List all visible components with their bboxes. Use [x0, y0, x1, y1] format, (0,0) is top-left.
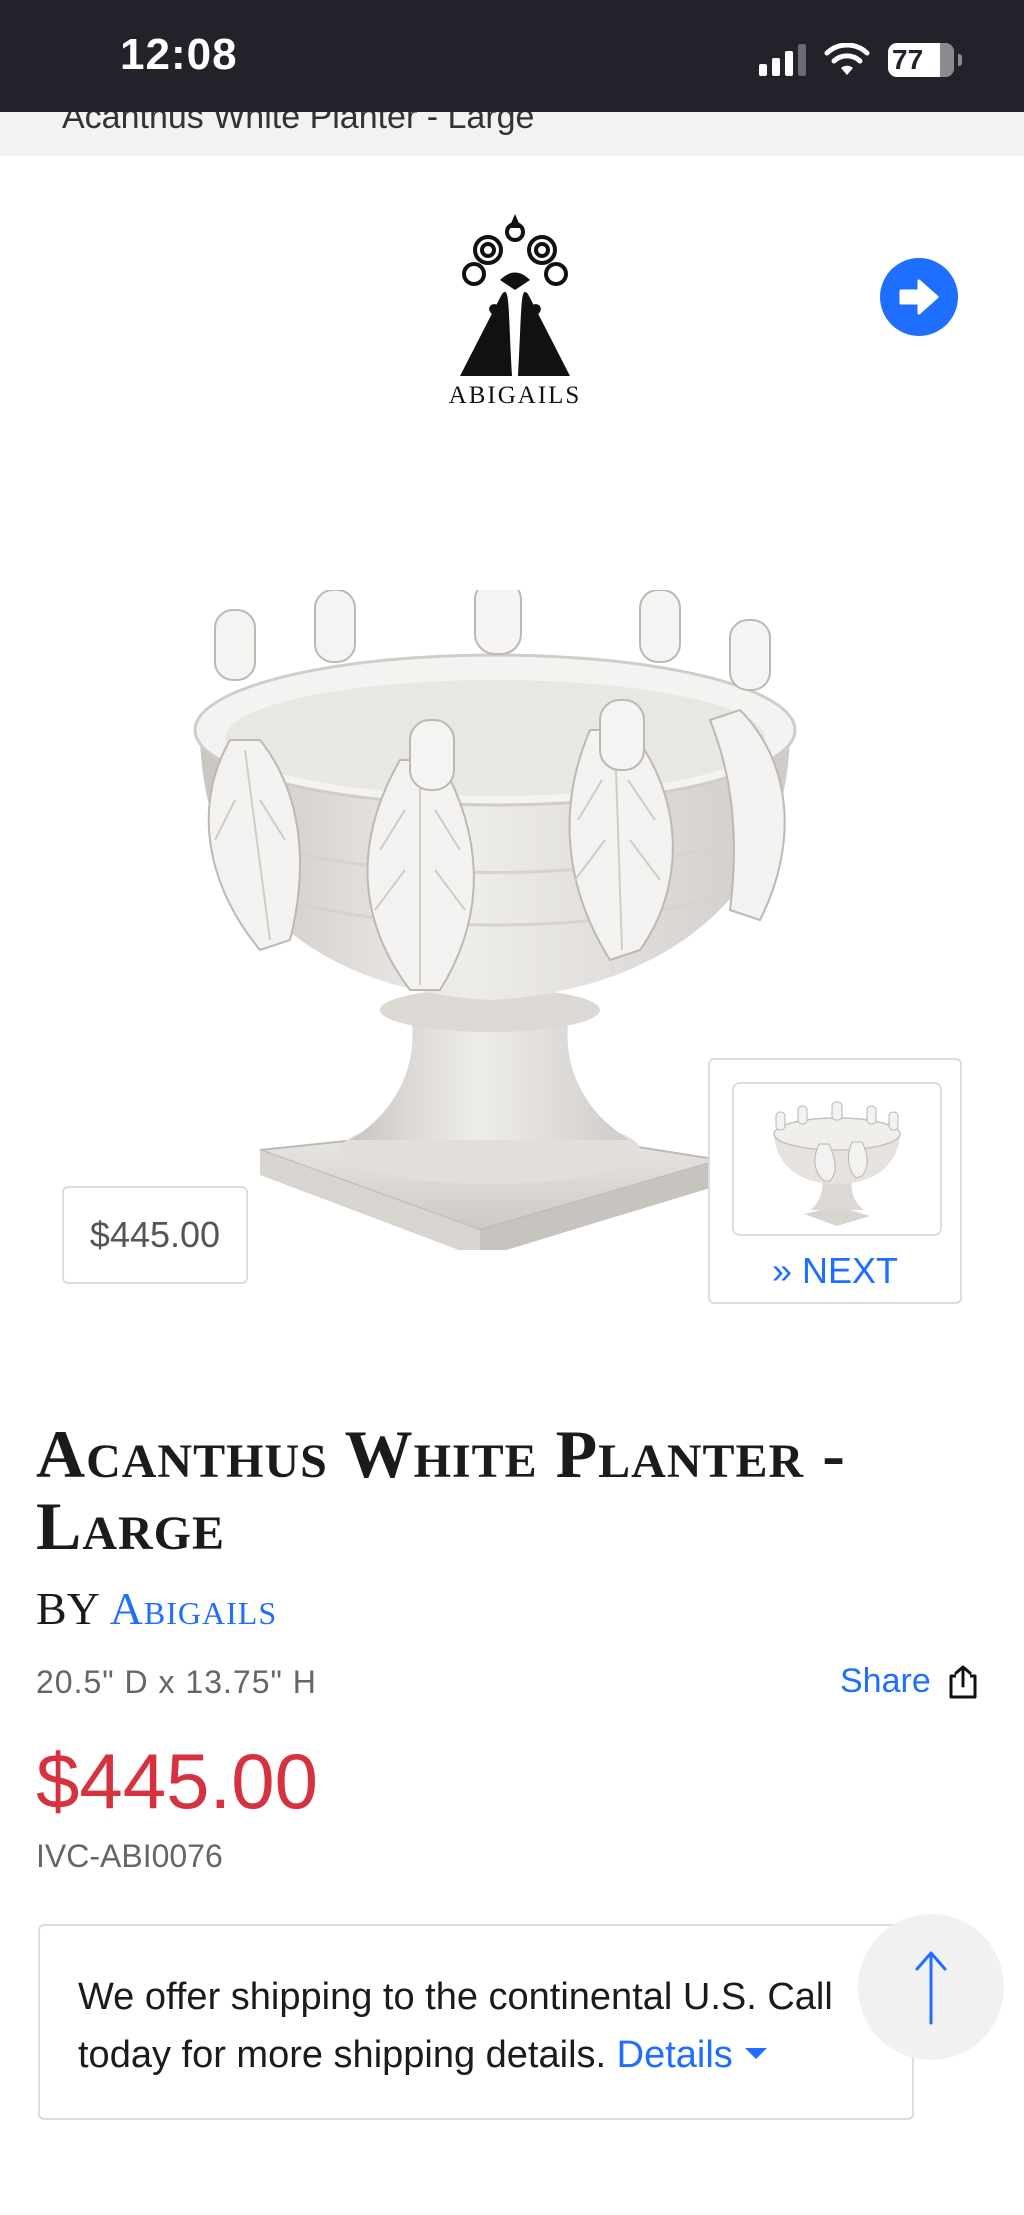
battery-icon: 77 — [888, 43, 962, 77]
logo-wordmark: ABIGAILS — [448, 382, 582, 409]
shipping-info: We offer shipping to the continental U.S… — [78, 1968, 908, 2084]
next-product-arrow-button[interactable] — [880, 258, 958, 336]
product-dimensions: 20.5" D x 13.75" H — [36, 1664, 317, 1700]
status-time: 12:08 — [120, 30, 238, 79]
gallery-price-tag: $445.00 — [62, 1186, 248, 1284]
sticky-title-bar: Acanthus White Planter - Large — [0, 112, 1024, 156]
status-icons: 77 — [759, 40, 962, 80]
arrow-up-icon — [915, 1951, 947, 2025]
brand-link[interactable]: Abigails — [110, 1583, 277, 1634]
product-sku: IVC-ABI0076 — [36, 1838, 223, 1874]
arrow-right-circle-icon — [899, 279, 939, 315]
next-product-link[interactable]: » NEXT — [710, 1250, 960, 1292]
brand-logo[interactable]: ABIGAILS — [440, 210, 590, 410]
caret-down-icon — [744, 2048, 767, 2060]
status-bar: 12:08 77 — [0, 0, 1024, 112]
abigails-logo-mark — [460, 214, 570, 376]
share-button[interactable]: Share — [840, 1662, 981, 1701]
brand-byline: BY Abigails — [36, 1582, 277, 1635]
share-icon — [949, 1665, 977, 1698]
battery-level: 77 — [892, 44, 924, 75]
share-label: Share — [840, 1662, 931, 1700]
next-product-card[interactable]: » NEXT — [708, 1058, 962, 1304]
by-prefix: BY — [36, 1583, 99, 1634]
product-title: Acanthus White Planter - Large — [36, 1416, 846, 1564]
sticky-product-title: Acanthus White Planter - Large — [62, 112, 535, 136]
scroll-to-top-button[interactable] — [858, 1914, 1004, 2060]
product-price: $445.00 — [36, 1737, 318, 1825]
next-product-thumbnail[interactable] — [732, 1082, 942, 1236]
signal-icon — [759, 44, 806, 76]
wifi-icon — [824, 43, 870, 75]
shipping-info-box: We offer shipping to the continental U.S… — [38, 1924, 914, 2120]
shipping-details-link[interactable]: Details — [617, 2034, 767, 2076]
details-label: Details — [616, 2034, 733, 2076]
next-product-image — [734, 1084, 940, 1234]
